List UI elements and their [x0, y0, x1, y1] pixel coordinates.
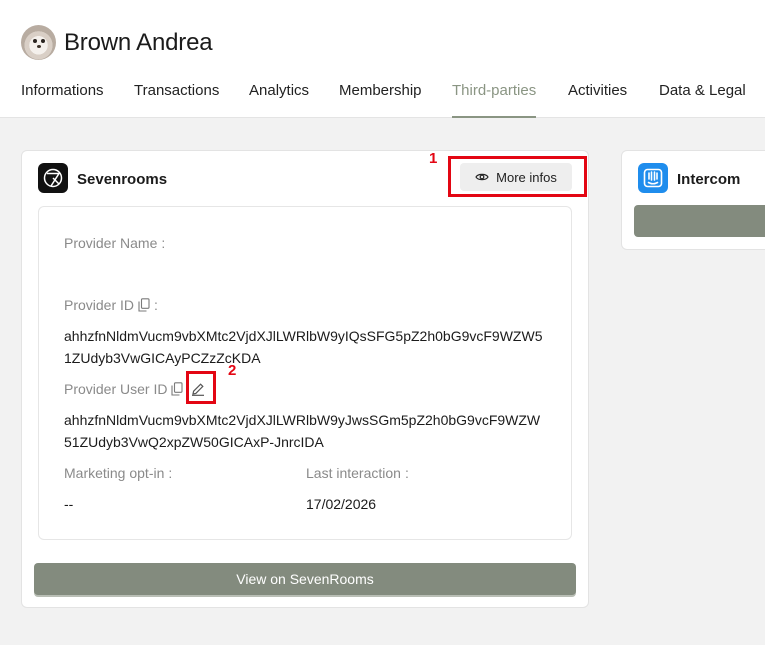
sevenrooms-card: Sevenrooms More infos Provider Name: Pro… [21, 150, 589, 608]
intercom-title: Intercom [677, 171, 741, 188]
provider-details: Provider Name: Provider ID : ahhzfnNldmV… [38, 206, 572, 540]
annotation-number-2: 2 [228, 362, 237, 379]
sevenrooms-logo-icon [38, 163, 68, 193]
tab-informations[interactable]: Informations [21, 82, 104, 118]
tab-data-legal[interactable]: Data & Legal [659, 82, 746, 118]
profile-header: Brown Andrea Informations Transactions A… [0, 0, 765, 118]
user-name: Brown Andrea [64, 29, 213, 56]
provider-id-label: Provider ID : [64, 297, 158, 313]
view-on-sevenrooms-button[interactable]: View on SevenRooms [34, 563, 576, 595]
annotation-number-1: 1 [429, 150, 438, 167]
provider-user-id-label: Provider User ID [64, 381, 205, 397]
provider-name-label: Provider Name: [64, 235, 166, 251]
annotation-box-edit [186, 371, 216, 404]
marketing-opt-in-value: -- [64, 496, 74, 512]
copy-icon[interactable] [171, 382, 184, 396]
tab-third-parties[interactable]: Third-parties [452, 82, 537, 118]
provider-user-id-value: ahhzfnNldmVucm9vbXMtc2VjdXJlLWRlbW9yJwsS… [64, 412, 541, 450]
copy-icon[interactable] [138, 298, 150, 312]
tab-transactions[interactable]: Transactions [134, 82, 219, 118]
annotation-box-more-infos [448, 156, 587, 197]
last-interaction-label: Last interaction: [306, 465, 409, 481]
last-interaction-value: 17/02/2026 [306, 496, 377, 512]
marketing-opt-in-label: Marketing opt-in: [64, 465, 173, 481]
tab-membership[interactable]: Membership [339, 82, 422, 118]
intercom-logo-icon [638, 163, 668, 193]
tab-activities[interactable]: Activities [568, 82, 627, 118]
sevenrooms-title: Sevenrooms [77, 171, 168, 188]
intercom-action-button[interactable] [634, 205, 765, 237]
provider-id-value: ahhzfnNldmVucm9vbXMtc2VjdXJlLWRlbW9yIQsS… [64, 328, 543, 366]
avatar [21, 25, 56, 60]
intercom-card: Intercom [621, 150, 765, 250]
tab-analytics[interactable]: Analytics [249, 82, 309, 118]
